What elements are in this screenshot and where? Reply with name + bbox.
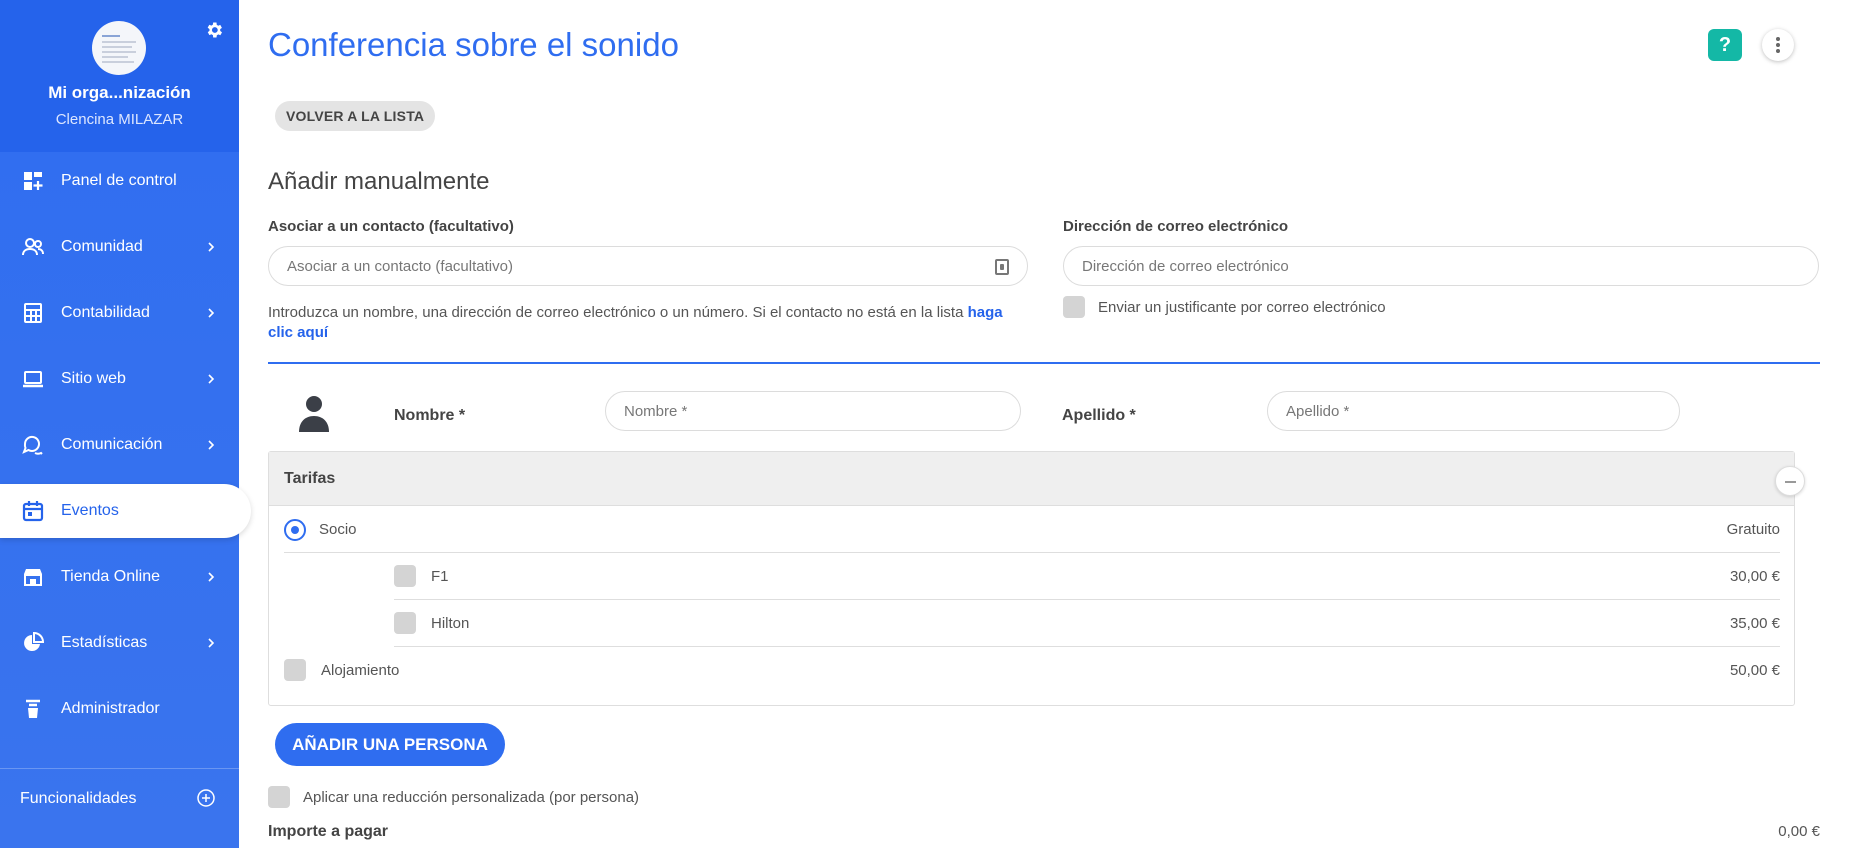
contact-card-icon[interactable] bbox=[995, 259, 1009, 275]
organization-logo[interactable] bbox=[92, 21, 146, 75]
sidebar-item-label: Tienda Online bbox=[61, 568, 161, 585]
send-receipt-checkbox[interactable] bbox=[1063, 296, 1085, 318]
email-input[interactable] bbox=[1063, 246, 1819, 286]
add-circle-icon[interactable] bbox=[196, 788, 216, 808]
sidebar-item-comunicacion[interactable]: Comunicación bbox=[0, 418, 239, 472]
amount-due-label: Importe a pagar bbox=[268, 823, 389, 840]
kebab-dot-icon bbox=[1776, 49, 1780, 53]
sidebar-item-administrador[interactable]: Administrador bbox=[0, 682, 239, 736]
rate-row-alojamiento[interactable]: Alojamiento 50,00 € bbox=[284, 647, 1780, 694]
first-name-label: Nombre * bbox=[394, 407, 466, 424]
rates-header[interactable]: Tarifas bbox=[269, 452, 1794, 506]
organization-name: Mi orga...nización bbox=[48, 83, 191, 102]
back-to-list-button[interactable]: VOLVER A LA LISTA bbox=[275, 101, 436, 131]
sidebar-item-comunidad[interactable]: Comunidad bbox=[0, 220, 239, 274]
rate-row-socio[interactable]: Socio Gratuito bbox=[284, 506, 1780, 553]
admin-icon bbox=[26, 699, 40, 718]
contact-help-text: Introduzca un nombre, una dirección de c… bbox=[268, 303, 1008, 343]
chat-icon bbox=[22, 435, 43, 455]
sidebar-item-tienda-online[interactable]: Tienda Online bbox=[0, 550, 239, 604]
rate-row-f1[interactable]: F1 30,00 € bbox=[394, 553, 1780, 600]
gear-icon[interactable] bbox=[204, 20, 224, 40]
rate-radio[interactable] bbox=[284, 519, 306, 541]
chevron-right-icon bbox=[208, 242, 215, 252]
help-button[interactable]: ? bbox=[1708, 29, 1742, 61]
kebab-dot-icon bbox=[1776, 43, 1780, 47]
contact-help-copy: Introduzca un nombre, una dirección de c… bbox=[268, 304, 964, 321]
rate-name: Socio bbox=[319, 521, 357, 538]
rate-checkbox[interactable] bbox=[394, 612, 416, 634]
more-options-button[interactable] bbox=[1762, 29, 1794, 61]
chevron-right-icon bbox=[208, 572, 215, 582]
sidebar-header: Mi orga...nización Clencina MILAZAR bbox=[0, 0, 239, 152]
chevron-right-icon bbox=[208, 374, 215, 384]
sidebar-item-label: Administrador bbox=[61, 700, 160, 717]
minus-icon bbox=[1785, 481, 1796, 483]
rate-name: Hilton bbox=[431, 615, 470, 632]
sidebar-item-label: Comunicación bbox=[61, 436, 163, 453]
collapse-rates-button[interactable] bbox=[1775, 466, 1805, 496]
chevron-right-icon bbox=[208, 308, 215, 318]
features-label: Funcionalidades bbox=[20, 790, 137, 807]
section-title: Añadir manualmente bbox=[268, 168, 490, 195]
first-name-input[interactable] bbox=[605, 391, 1021, 431]
pie-chart-icon bbox=[24, 631, 45, 651]
sidebar-item-label: Comunidad bbox=[61, 238, 143, 255]
store-icon bbox=[24, 569, 42, 586]
sidebar-item-label: Sitio web bbox=[61, 370, 126, 387]
rate-price: 35,00 € bbox=[1729, 615, 1780, 632]
sidebar-item-sitio-web[interactable]: Sitio web bbox=[0, 352, 239, 406]
contact-input[interactable] bbox=[268, 246, 1028, 286]
divider bbox=[268, 362, 1820, 364]
person-icon bbox=[299, 396, 329, 432]
rate-name: F1 bbox=[431, 568, 449, 585]
calendar-icon bbox=[22, 501, 44, 522]
calculator-icon bbox=[24, 303, 42, 323]
rate-checkbox[interactable] bbox=[394, 565, 416, 587]
rates-panel: Tarifas Socio Gratuito F1 30,00 € Hilton… bbox=[268, 451, 1795, 706]
rate-price: 30,00 € bbox=[1729, 568, 1780, 585]
user-name: Clencina MILAZAR bbox=[55, 111, 184, 128]
page-title: Conferencia sobre el sonido bbox=[268, 26, 679, 63]
contact-label: Asociar a un contacto (facultativo) bbox=[268, 218, 514, 235]
custom-discount-checkbox[interactable] bbox=[268, 786, 290, 808]
email-label: Dirección de correo electrónico bbox=[1063, 218, 1289, 235]
sidebar: Mi orga...nización Clencina MILAZAR Pane… bbox=[0, 0, 251, 848]
main-content: Conferencia sobre el sonido ? VOLVER A L… bbox=[268, 0, 1820, 848]
add-person-button[interactable]: AÑADIR UNA PERSONA bbox=[275, 723, 505, 766]
send-receipt-label: Enviar un justificante por correo electr… bbox=[1098, 299, 1386, 316]
sidebar-item-estadisticas[interactable]: Estadísticas bbox=[0, 616, 239, 670]
rate-price: 50,00 € bbox=[1729, 662, 1780, 679]
sidebar-footer[interactable]: Funcionalidades bbox=[0, 768, 239, 830]
rate-row-hilton[interactable]: Hilton 35,00 € bbox=[394, 600, 1780, 647]
sidebar-item-label: Estadísticas bbox=[61, 634, 148, 651]
sidebar-item-label: Eventos bbox=[61, 502, 119, 519]
chevron-right-icon bbox=[208, 638, 215, 648]
rates-title: Tarifas bbox=[284, 470, 336, 487]
sidebar-item-label: Contabilidad bbox=[61, 304, 150, 321]
sidebar-item-panel-de-control[interactable]: Panel de control bbox=[0, 154, 239, 208]
laptop-icon bbox=[23, 371, 43, 388]
rate-checkbox[interactable] bbox=[284, 659, 306, 681]
chevron-right-icon bbox=[208, 440, 215, 450]
last-name-input[interactable] bbox=[1267, 391, 1680, 431]
last-name-label: Apellido * bbox=[1062, 407, 1136, 424]
users-icon bbox=[22, 238, 44, 256]
amount-due-value: 0,00 € bbox=[1778, 823, 1820, 840]
rate-price: Gratuito bbox=[1726, 521, 1780, 538]
sidebar-item-eventos[interactable]: Eventos bbox=[0, 484, 251, 538]
dashboard-icon bbox=[24, 172, 43, 190]
custom-discount-label: Aplicar una reducción personalizada (por… bbox=[303, 789, 640, 806]
sidebar-item-label: Panel de control bbox=[61, 172, 177, 189]
kebab-dot-icon bbox=[1776, 37, 1780, 41]
rate-name: Alojamiento bbox=[321, 662, 400, 679]
sidebar-item-contabilidad[interactable]: Contabilidad bbox=[0, 286, 239, 340]
